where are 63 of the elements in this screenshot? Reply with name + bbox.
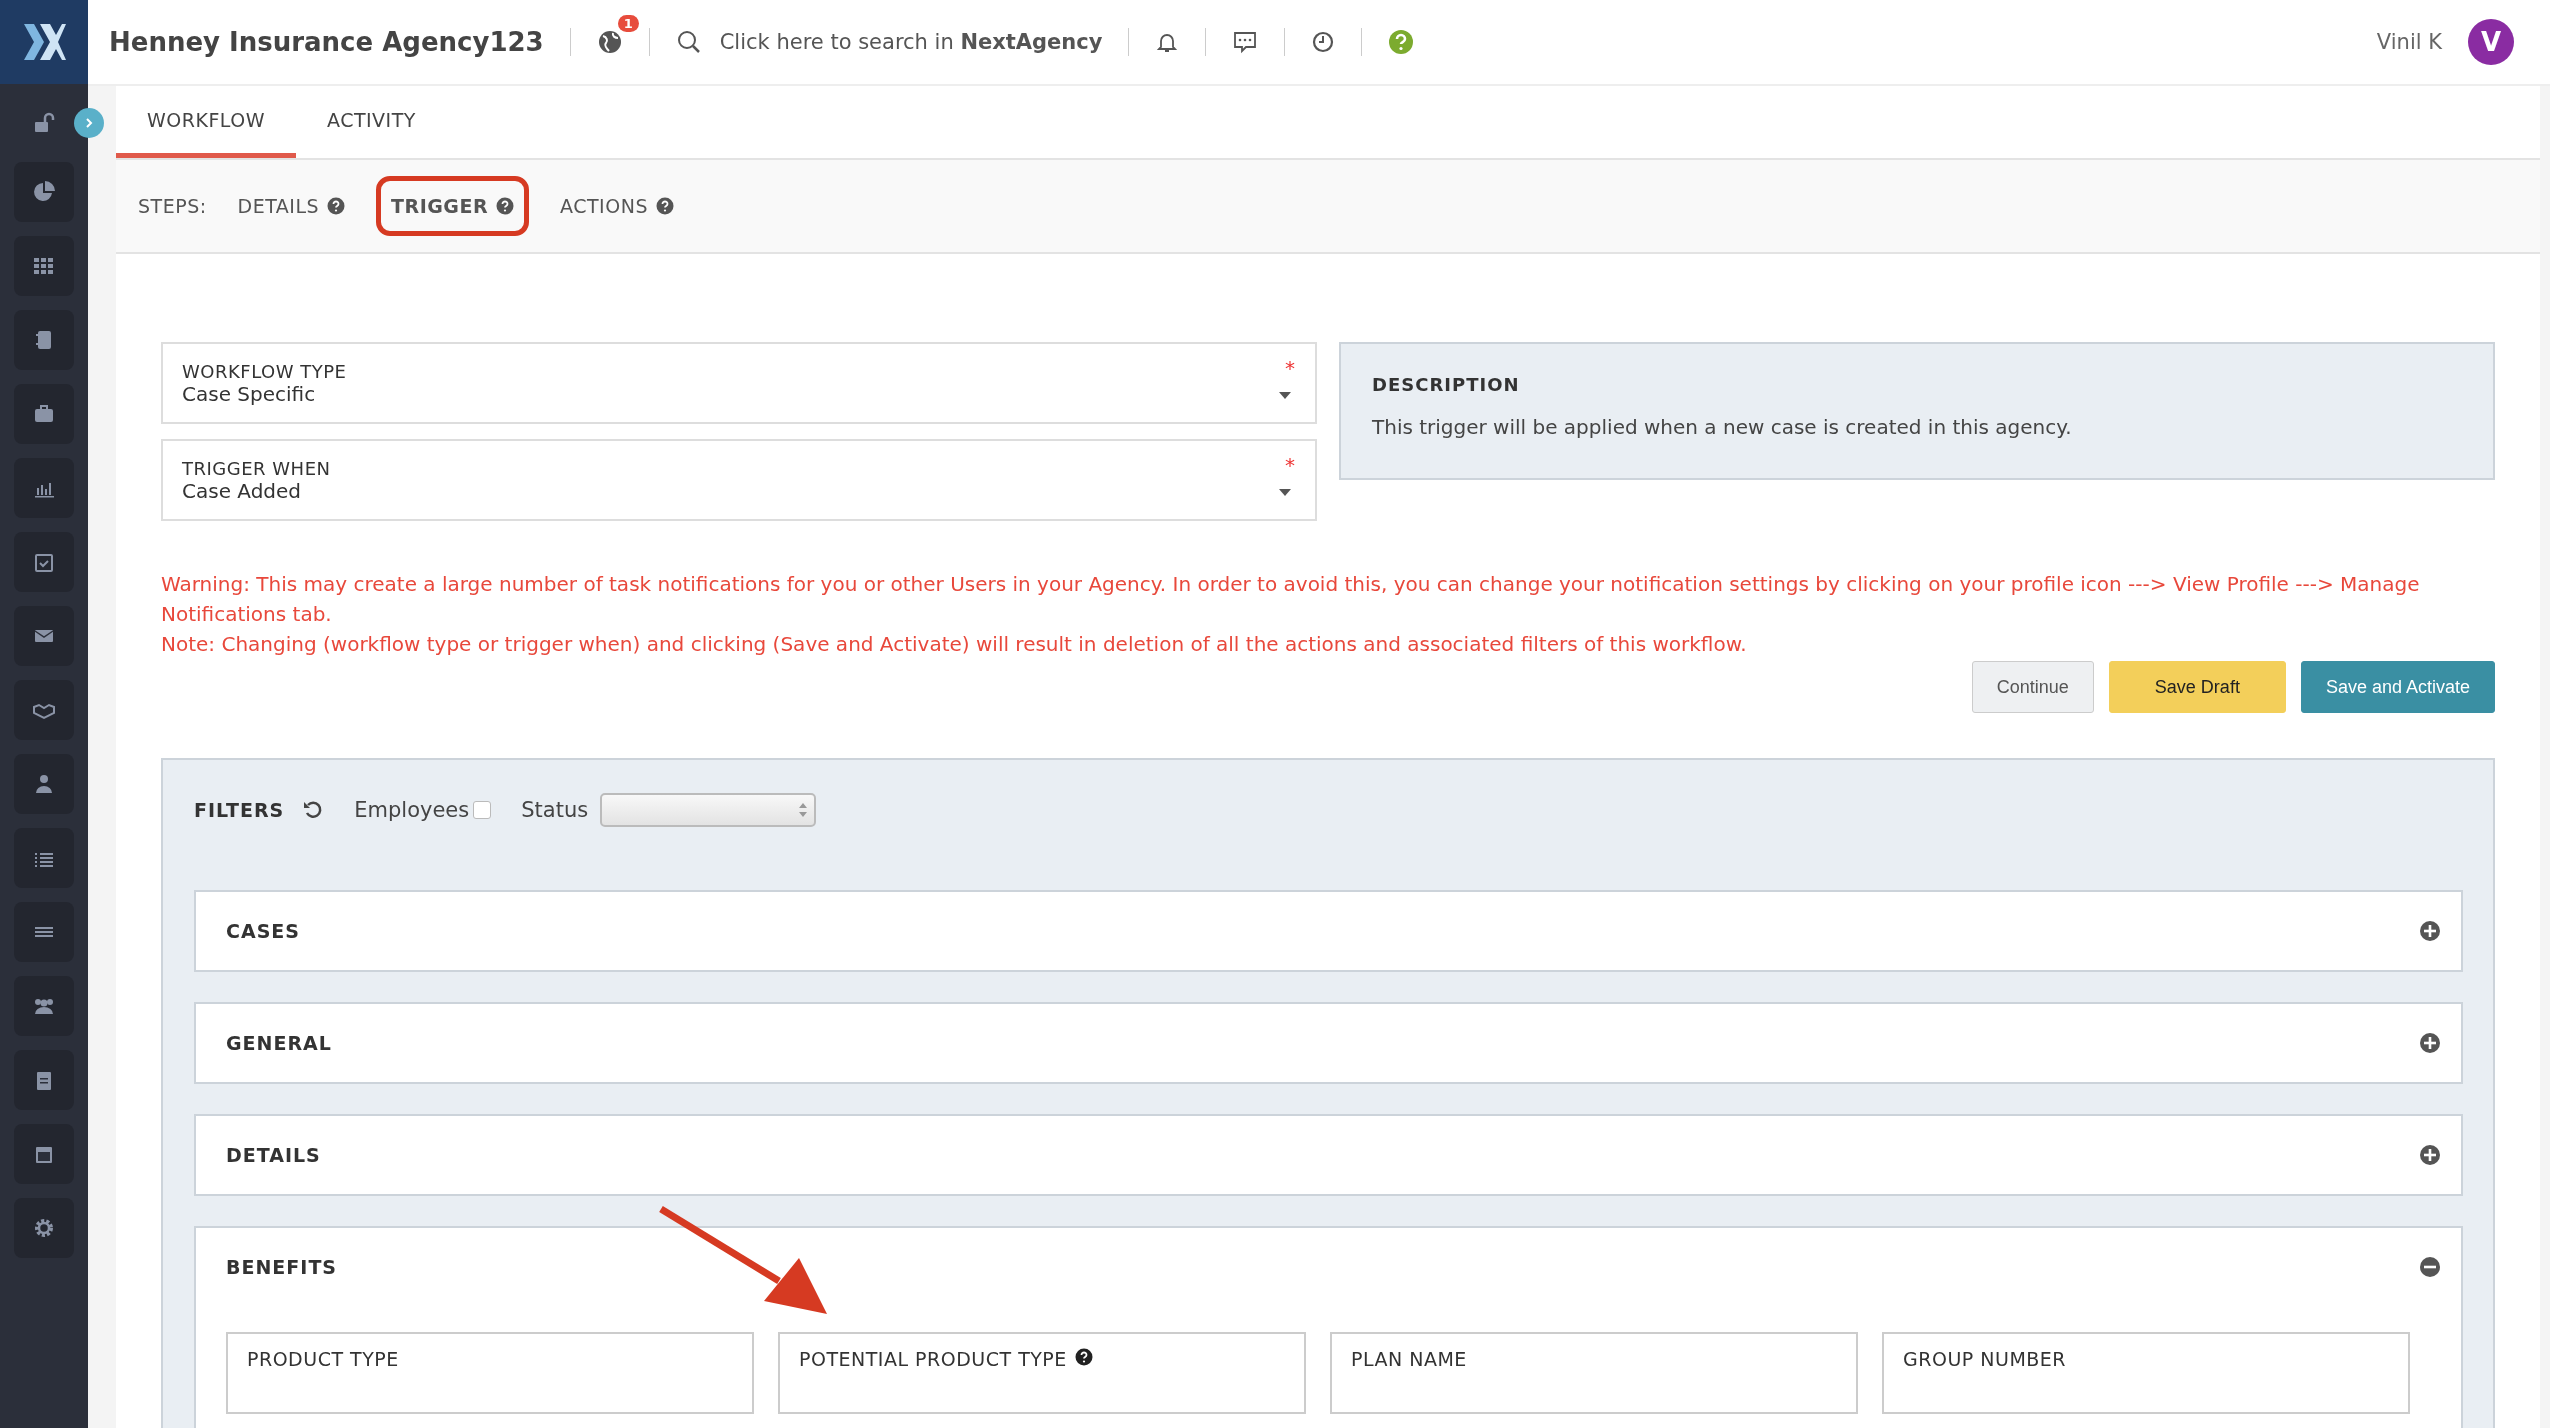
sidebar-item[interactable] — [14, 606, 74, 666]
help-icon[interactable] — [327, 197, 346, 215]
expand-icon[interactable] — [2419, 1144, 2441, 1166]
sidebar-item[interactable] — [14, 236, 74, 296]
step-tab[interactable]: ACTIONS — [545, 176, 689, 236]
filter-field[interactable]: PLAN NAME — [1330, 1332, 1858, 1414]
search-icon[interactable] — [675, 29, 702, 55]
help-icon[interactable] — [496, 197, 515, 215]
tab[interactable]: ACTIVITY — [296, 86, 447, 158]
sidebar-item[interactable] — [14, 384, 74, 444]
sidebar-item[interactable] — [14, 532, 74, 592]
continue-button[interactable]: Continue — [1971, 661, 2094, 713]
sidebar-item[interactable] — [14, 310, 74, 370]
filter-field[interactable]: PRODUCT TYPE — [226, 1332, 754, 1414]
agency-title: Henney Insurance Agency123 — [109, 27, 544, 57]
notification-badge: 1 — [617, 15, 639, 32]
clock-icon[interactable] — [1311, 30, 1336, 54]
help-icon[interactable] — [655, 197, 674, 215]
employees-checkbox[interactable] — [473, 801, 492, 819]
chat-icon[interactable] — [1232, 30, 1259, 54]
steps-label: STEPS: — [138, 195, 207, 217]
description-title: DESCRIPTION — [1372, 374, 1521, 395]
dropdown-field[interactable]: TRIGGER WHEN Case Added * — [161, 439, 1317, 521]
sidebar-item[interactable] — [14, 828, 74, 888]
activate-button[interactable]: Save and Activate — [2300, 661, 2495, 713]
user-name[interactable]: Vinil K — [2376, 30, 2442, 54]
sidebar-item[interactable] — [14, 680, 74, 740]
expand-icon[interactable] — [2419, 1032, 2441, 1054]
description-text: This trigger will be applied when a new case is created in this agency. — [1372, 415, 2073, 439]
filter-field[interactable]: GROUP NUMBER — [1882, 1332, 2410, 1414]
unlock-icon[interactable] — [33, 112, 55, 134]
search-field[interactable]: Click here to search in NextAgency — [719, 30, 1103, 54]
pie-icon[interactable] — [32, 180, 56, 204]
sidebar-item[interactable] — [14, 458, 74, 518]
status-label: Status — [521, 798, 589, 822]
step-tab[interactable]: TRIGGER — [376, 176, 530, 236]
filter-field[interactable]: POTENTIAL PRODUCT TYPE — [778, 1332, 1306, 1414]
filters-title: FILTERS — [194, 799, 285, 821]
globe-icon[interactable] — [596, 29, 623, 55]
sidebar-item[interactable] — [14, 1050, 74, 1110]
draft-button[interactable]: Save Draft — [2108, 661, 2286, 713]
dropdown-field[interactable]: WORKFLOW TYPE Case Specific * — [161, 342, 1317, 424]
warning-text: Note: Changing (workflow type or trigger when) and clicking (Save and Activate) will result in deletion of all the actions and associated filters of this workflow. — [161, 631, 1748, 658]
expand-icon[interactable] — [2419, 920, 2441, 942]
sidebar-item[interactable] — [14, 162, 74, 222]
section-title[interactable]: CASES — [226, 920, 300, 942]
help-icon[interactable] — [1074, 1348, 1093, 1366]
section-title[interactable]: GENERAL — [226, 1032, 332, 1054]
gear-icon[interactable] — [32, 1216, 56, 1240]
section-title[interactable]: DETAILS — [226, 1144, 321, 1166]
sidebar-item[interactable] — [14, 1124, 74, 1184]
section-title[interactable]: BENEFITS — [226, 1256, 338, 1278]
user-avatar[interactable]: V — [2468, 19, 2514, 65]
warning-text: Warning: This may create a large number of task notifications for you or other Users in your Agency. In order to avoid this, you can change your notification settings by clicking on your profile icon ---> View Profile ---> Manage Notifications tab. — [161, 571, 2421, 628]
sidebar-item[interactable] — [14, 902, 74, 962]
sidebar-item[interactable] — [14, 1198, 74, 1258]
step-tab[interactable]: DETAILS — [222, 176, 361, 236]
sidebar-item[interactable] — [14, 976, 74, 1036]
collapse-icon[interactable] — [2419, 1256, 2441, 1278]
logo-icon[interactable] — [0, 0, 88, 84]
employees-label: Employees — [354, 798, 470, 822]
sidebar-item[interactable] — [14, 754, 74, 814]
expand-button[interactable] — [74, 108, 104, 138]
